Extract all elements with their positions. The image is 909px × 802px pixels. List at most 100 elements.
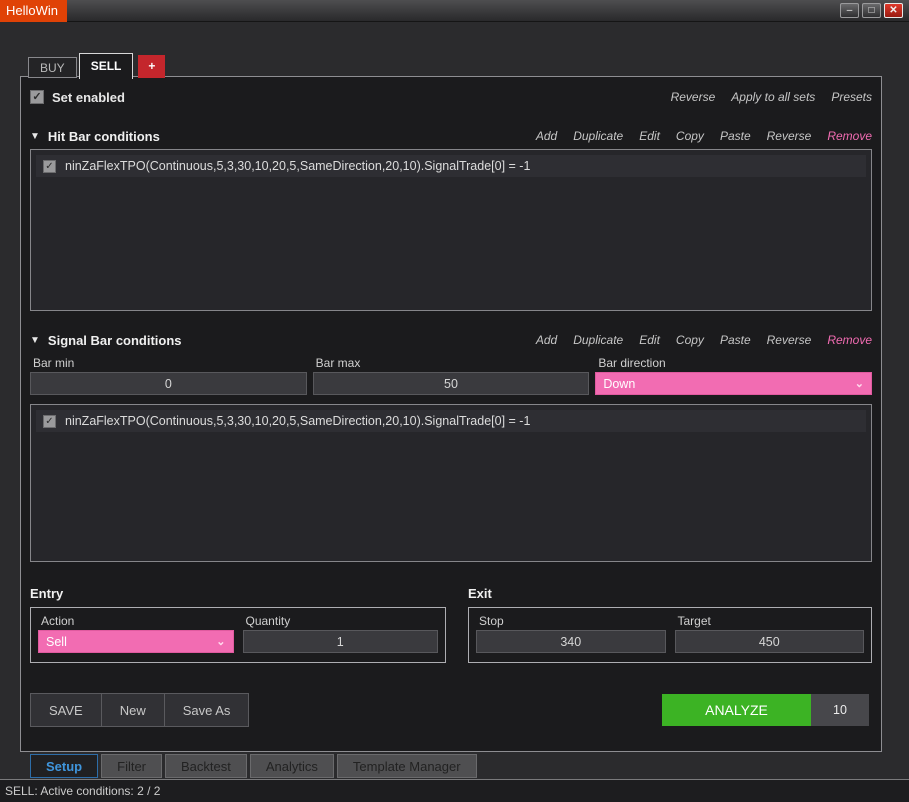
entry-group: Entry Action Sell ⌄ Quantity [30,586,446,663]
sell-set-panel: ✓ Set enabled Reverse Apply to all sets … [20,76,882,752]
bar-direction-label: Bar direction [595,355,872,372]
title-bar: HelloWin – □ ✕ [0,0,909,22]
signal-reverse-link[interactable]: Reverse [767,333,812,347]
tab-backtest[interactable]: Backtest [165,754,247,778]
signal-bar-title: Signal Bar conditions [48,333,182,348]
status-bar: SELL: Active conditions: 2 / 2 [0,779,909,802]
window-title: HelloWin [0,0,67,22]
signal-bar-condition-list[interactable]: ✓ ninZaFlexTPO(Continuous,5,3,30,10,20,5… [30,404,872,562]
exit-group: Exit Stop Target [468,586,872,663]
bar-min-group: Bar min [30,355,307,395]
tab-setup[interactable]: Setup [30,754,98,778]
hit-bar-actions: Add Duplicate Edit Copy Paste Reverse Re… [536,129,872,143]
quantity-label: Quantity [243,613,439,630]
hit-bar-condition-list[interactable]: ✓ ninZaFlexTPO(Continuous,5,3,30,10,20,5… [30,149,872,311]
entry-title: Entry [30,586,446,604]
check-icon: ✓ [45,161,53,172]
action-select[interactable]: Sell ⌄ [38,630,234,653]
signal-bar-fields: Bar min Bar max Bar direction Down ⌄ [30,355,872,395]
target-label: Target [675,613,865,630]
stop-input[interactable] [476,630,666,653]
minimize-button[interactable]: – [840,3,859,18]
signal-add-link[interactable]: Add [536,333,557,347]
presets-link[interactable]: Presets [831,90,872,104]
chevron-down-icon: ⌄ [855,377,864,390]
tab-buy[interactable]: BUY [28,57,77,78]
analyze-button[interactable]: ANALYZE [662,694,811,726]
new-button[interactable]: New [101,693,165,727]
condition-checkbox[interactable]: ✓ [43,160,56,173]
target-group: Target [675,613,865,653]
hit-reverse-link[interactable]: Reverse [767,129,812,143]
hit-add-link[interactable]: Add [536,129,557,143]
bar-max-group: Bar max [313,355,590,395]
hit-duplicate-link[interactable]: Duplicate [573,129,623,143]
set-enabled-group: ✓ Set enabled [30,90,125,105]
stop-label: Stop [476,613,666,630]
action-label: Action [38,613,234,630]
bar-direction-value: Down [603,377,635,391]
save-button[interactable]: SAVE [30,693,102,727]
target-input[interactable] [675,630,865,653]
bottom-tabstrip: Setup Filter Backtest Analytics Template… [30,754,477,778]
maximize-button[interactable]: □ [862,3,881,18]
quantity-group: Quantity [243,613,439,653]
hit-bar-title: Hit Bar conditions [48,129,160,144]
condition-row[interactable]: ✓ ninZaFlexTPO(Continuous,5,3,30,10,20,5… [36,155,866,177]
entry-box: Action Sell ⌄ Quantity [30,607,446,663]
signal-paste-link[interactable]: Paste [720,333,751,347]
save-as-button[interactable]: Save As [164,693,250,727]
bar-min-label: Bar min [30,355,307,372]
apply-to-all-sets-link[interactable]: Apply to all sets [731,90,815,104]
check-icon: ✓ [32,91,41,103]
signal-bar-actions: Add Duplicate Edit Copy Paste Reverse Re… [536,333,872,347]
window-controls: – □ ✕ [840,0,909,21]
status-text: SELL: Active conditions: 2 / 2 [5,784,160,798]
signal-edit-link[interactable]: Edit [639,333,660,347]
stop-group: Stop [476,613,666,653]
footer-actions: SAVE New Save As ANALYZE 10 [30,693,872,727]
chevron-down-icon: ⌄ [216,635,225,648]
signal-remove-link[interactable]: Remove [827,333,872,347]
bar-min-input[interactable] [30,372,307,395]
condition-text: ninZaFlexTPO(Continuous,5,3,30,10,20,5,S… [65,159,530,173]
set-tabstrip: BUY SELL + [28,52,165,78]
set-links: Reverse Apply to all sets Presets [671,90,872,104]
quantity-input[interactable] [243,630,439,653]
condition-row[interactable]: ✓ ninZaFlexTPO(Continuous,5,3,30,10,20,5… [36,410,866,432]
collapse-arrow-icon[interactable]: ▼ [30,335,40,346]
set-reverse-link[interactable]: Reverse [671,90,716,104]
condition-checkbox[interactable]: ✓ [43,415,56,428]
tab-template-manager[interactable]: Template Manager [337,754,477,778]
hit-remove-link[interactable]: Remove [827,129,872,143]
bar-direction-select[interactable]: Down ⌄ [595,372,872,395]
bar-max-label: Bar max [313,355,590,372]
exit-box: Stop Target [468,607,872,663]
exit-title: Exit [468,586,872,604]
entry-exit-row: Entry Action Sell ⌄ Quantity Exit [30,586,872,663]
check-icon: ✓ [45,416,53,427]
action-group: Action Sell ⌄ [38,613,234,653]
hit-edit-link[interactable]: Edit [639,129,660,143]
condition-text: ninZaFlexTPO(Continuous,5,3,30,10,20,5,S… [65,414,530,428]
bar-direction-group: Bar direction Down ⌄ [595,355,872,395]
tab-sell[interactable]: SELL [79,53,134,79]
hit-copy-link[interactable]: Copy [676,129,704,143]
signal-bar-title-group: ▼ Signal Bar conditions [30,333,182,348]
hit-bar-header: ▼ Hit Bar conditions Add Duplicate Edit … [30,127,872,145]
close-button[interactable]: ✕ [884,3,903,18]
collapse-arrow-icon[interactable]: ▼ [30,131,40,142]
tab-filter[interactable]: Filter [101,754,162,778]
tab-analytics[interactable]: Analytics [250,754,334,778]
bar-max-input[interactable] [313,372,590,395]
signal-duplicate-link[interactable]: Duplicate [573,333,623,347]
signal-copy-link[interactable]: Copy [676,333,704,347]
set-enabled-checkbox[interactable]: ✓ [30,90,44,104]
hit-bar-title-group: ▼ Hit Bar conditions [30,129,160,144]
hit-paste-link[interactable]: Paste [720,129,751,143]
set-enabled-label: Set enabled [52,90,125,105]
set-enabled-row: ✓ Set enabled Reverse Apply to all sets … [30,87,872,107]
add-set-tab-button[interactable]: + [138,55,165,78]
action-value: Sell [46,635,67,649]
analyze-count-field[interactable]: 10 [811,694,869,726]
